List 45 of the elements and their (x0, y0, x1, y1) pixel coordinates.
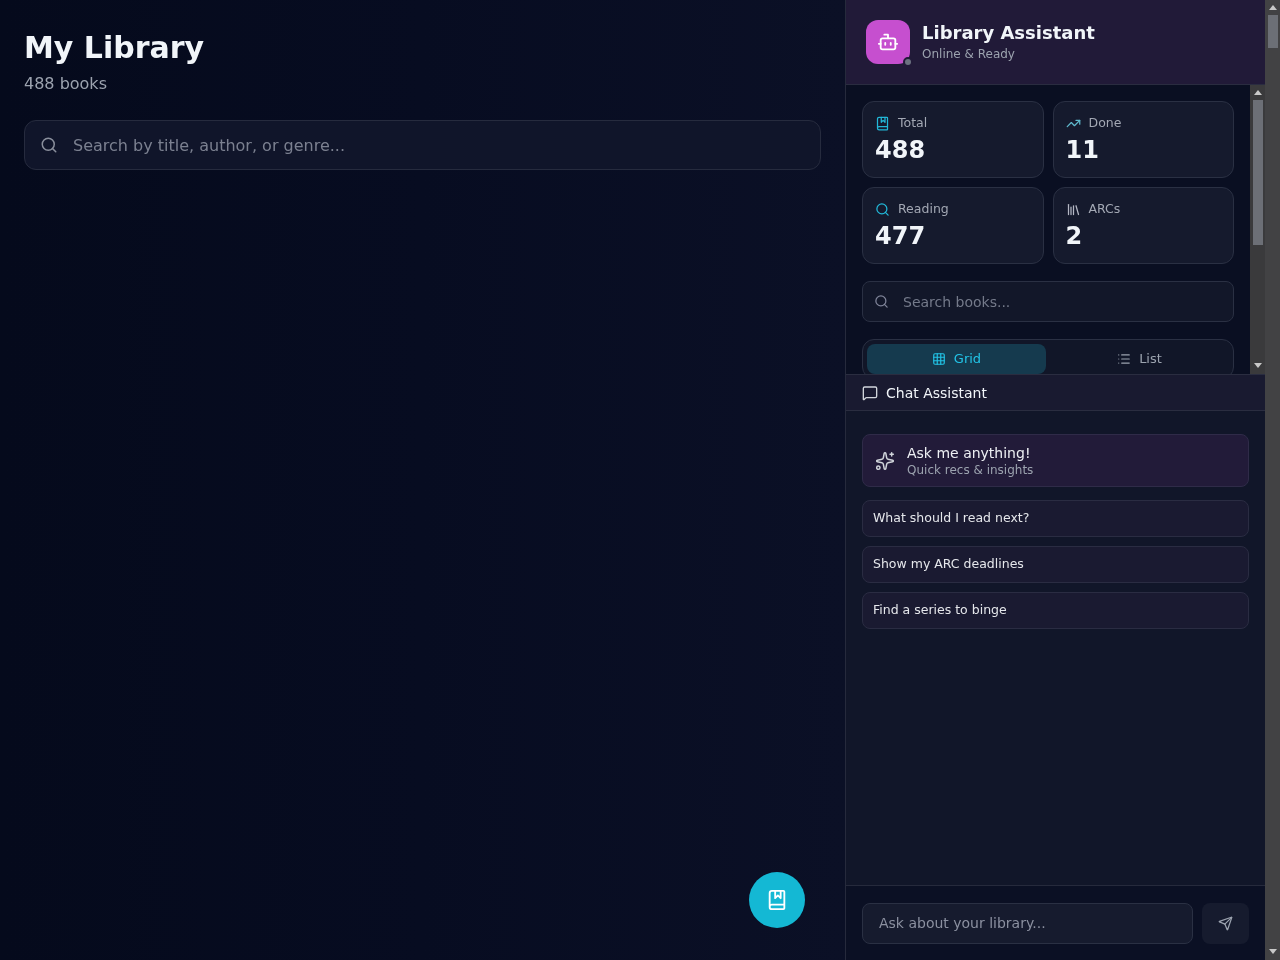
scrollbar-thumb[interactable] (1267, 15, 1278, 48)
robot-icon (877, 31, 899, 53)
view-tab[interactable]: Grid (867, 344, 1046, 374)
search-field[interactable]: Search by title, author, or genre... (24, 120, 821, 170)
suggestion-button[interactable]: Find a series to binge (862, 592, 1249, 629)
sparkles-icon (875, 450, 895, 471)
book-search-field[interactable]: Search books... (862, 281, 1234, 322)
book-count: 488 books (24, 73, 108, 95)
stat-value: 11 (1065, 135, 1100, 165)
grid-icon (931, 352, 946, 366)
book-icon (766, 889, 788, 911)
page-title: My Library (24, 30, 206, 66)
add-book-button[interactable] (749, 872, 805, 928)
stat-label: Total (898, 115, 928, 131)
stat-value: 477 (875, 221, 927, 251)
stat-label: Reading (898, 201, 949, 217)
chat-input-field[interactable]: Ask about your library... (862, 902, 1193, 944)
stat-value: 488 (875, 135, 927, 165)
search-icon (40, 136, 58, 154)
suggestion-button[interactable]: Show my ARC deadlines (862, 546, 1249, 583)
stat-label: Done (1088, 115, 1122, 131)
chat-bubble-icon (862, 384, 878, 401)
library-icon (1065, 201, 1081, 217)
intro-subtitle: Quick recs & insights (907, 461, 1034, 478)
view-tab[interactable]: List (1050, 344, 1229, 374)
suggestion-button[interactable]: What should I read next? (862, 500, 1249, 537)
scrollbar-thumb[interactable] (1252, 100, 1263, 245)
scrollbar[interactable] (1250, 85, 1265, 374)
caret-down-icon[interactable] (1268, 949, 1277, 954)
intro-title: Ask me anything! (907, 443, 1032, 462)
stat-value: 2 (1065, 221, 1084, 251)
stat-label: ARCs (1088, 201, 1121, 217)
caret-up-icon[interactable] (1253, 90, 1262, 95)
send-icon (1218, 915, 1233, 931)
scrollbar[interactable] (1265, 0, 1280, 960)
send-button[interactable] (1202, 902, 1249, 944)
book-icon (875, 115, 890, 131)
search-icon (875, 201, 890, 217)
list-icon (1117, 352, 1132, 366)
assistant-title: Library Assistant (922, 21, 1095, 45)
assistant-status: Online & Ready (922, 46, 1016, 63)
caret-down-icon[interactable] (1253, 363, 1262, 368)
search-icon (874, 294, 889, 309)
caret-up-icon[interactable] (1268, 5, 1277, 10)
chat-title: Chat Assistant (886, 383, 987, 403)
